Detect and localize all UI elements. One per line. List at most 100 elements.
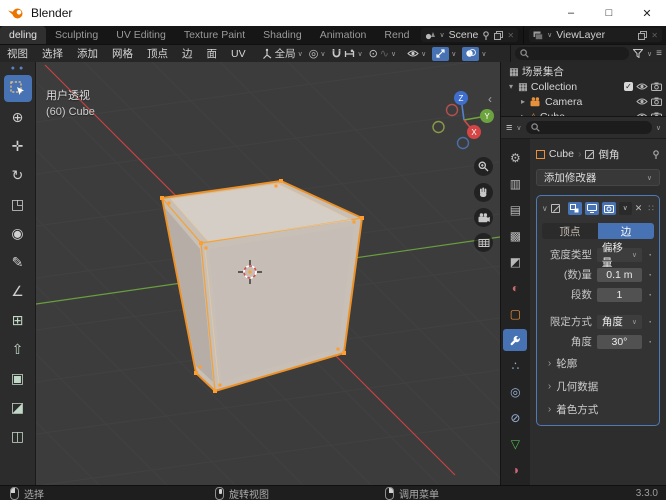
expand-arrow-icon[interactable]: ▾: [507, 82, 515, 91]
workspace-tab-texture-paint[interactable]: Texture Paint: [175, 26, 254, 44]
workspace-tab-animation[interactable]: Animation: [311, 26, 376, 44]
menu-add[interactable]: 添加: [70, 46, 105, 61]
tab-constraints[interactable]: ⊘: [503, 407, 527, 429]
animate-dot[interactable]: ·: [647, 316, 654, 328]
tab-view-layer[interactable]: ▩: [503, 225, 527, 247]
drag-handle-icon[interactable]: ∷: [648, 203, 654, 214]
panel-expand-caret[interactable]: ∨: [542, 204, 548, 213]
measure-tool[interactable]: ∠: [4, 278, 32, 305]
menu-edge[interactable]: 边: [175, 46, 200, 61]
animate-dot[interactable]: ·: [647, 249, 654, 261]
pivot-point-dropdown[interactable]: ◎ ∨: [309, 47, 326, 60]
hide-eye-icon[interactable]: [636, 97, 648, 106]
gizmo-axis-neg-y[interactable]: [432, 120, 445, 134]
maximize-button[interactable]: □: [590, 0, 628, 26]
outliner-row-camera[interactable]: ▸ Camera: [501, 94, 666, 109]
animate-dot[interactable]: ·: [647, 269, 654, 281]
menu-select[interactable]: 选择: [35, 46, 70, 61]
move-tool[interactable]: ✛: [4, 133, 32, 160]
properties-options-caret[interactable]: ∨: [656, 124, 661, 132]
scene-dropdown-caret[interactable]: ∨: [440, 31, 445, 39]
menu-vertex[interactable]: 顶点: [140, 46, 175, 61]
pan-button[interactable]: [474, 183, 493, 202]
pin-icon[interactable]: [652, 149, 660, 159]
tab-particles[interactable]: ∴: [503, 355, 527, 377]
add-modifier-button[interactable]: 添加修改器 ∨: [535, 169, 660, 186]
tab-physics[interactable]: ◎: [503, 381, 527, 403]
outliner-row-cube[interactable]: ▸ △ Cube: [501, 109, 666, 116]
show-render-toggle[interactable]: [601, 201, 616, 215]
breadcrumb-object[interactable]: Cube: [549, 148, 574, 160]
add-cube-tool[interactable]: ⊞: [4, 307, 32, 334]
tab-object-data[interactable]: ▽: [503, 433, 527, 455]
render-visibility-icon[interactable]: [651, 97, 662, 106]
filter-icon[interactable]: [633, 49, 644, 58]
tab-modifiers[interactable]: [503, 329, 528, 351]
menu-uv[interactable]: UV: [224, 48, 253, 60]
outliner-search-input[interactable]: [515, 47, 630, 60]
collection-checkbox[interactable]: ✓: [624, 82, 633, 91]
width-type-dropdown[interactable]: 偏移量 ∨: [596, 242, 642, 269]
workspace-tab-uv-editing[interactable]: UV Editing: [107, 26, 175, 44]
extrude-region-tool[interactable]: ⇧: [4, 336, 32, 363]
close-button[interactable]: ✕: [628, 0, 666, 26]
menu-view[interactable]: 视图: [0, 46, 35, 61]
transform-tool[interactable]: ◉: [4, 220, 32, 247]
new-scene-icon[interactable]: [494, 30, 504, 40]
viewlayer-selector[interactable]: ∨ ViewLayer ✕: [529, 28, 662, 42]
scale-tool[interactable]: ◳: [4, 191, 32, 218]
navigation-gizmo[interactable]: Z Y X: [432, 86, 496, 150]
filter-caret[interactable]: ∨: [647, 50, 652, 58]
proportional-icon[interactable]: ⊙: [369, 47, 378, 60]
profile-section[interactable]: › 轮廓: [542, 354, 654, 373]
tweak-select-tool[interactable]: [3, 75, 32, 102]
show-viewport-toggle[interactable]: [584, 201, 599, 215]
tab-object[interactable]: ▢: [503, 303, 527, 325]
cursor-tool[interactable]: ⊕: [4, 104, 32, 131]
modifier-extras-button[interactable]: ∨: [618, 201, 632, 215]
amount-field[interactable]: 0.1 m: [596, 267, 642, 282]
workspace-tab-modeling[interactable]: deling: [0, 26, 47, 44]
transform-orientation-dropdown[interactable]: 全局 ∨: [261, 46, 303, 61]
segments-field[interactable]: 1: [596, 287, 642, 302]
workspace-tab-sculpting[interactable]: Sculpting: [46, 26, 107, 44]
region-collapse-arrow[interactable]: ‹: [488, 92, 492, 106]
animate-dot[interactable]: ·: [647, 289, 654, 301]
tab-tool[interactable]: ⚙: [503, 147, 527, 169]
on-cage-toggle[interactable]: [567, 201, 582, 215]
tab-scene[interactable]: ◩: [503, 251, 527, 273]
visibility-dropdown[interactable]: ∨: [407, 49, 426, 58]
affect-edges-tab[interactable]: 边: [597, 223, 654, 239]
snap-target-icon[interactable]: [344, 49, 355, 59]
shading-section[interactable]: › 着色方式: [542, 400, 654, 419]
geometry-section[interactable]: › 几何数据: [542, 377, 654, 396]
proportional-editing-widget[interactable]: ⊙ ∿ ∨: [369, 47, 397, 60]
gizmo-axis-neg-x[interactable]: [445, 103, 459, 117]
tab-render[interactable]: ▥: [503, 173, 527, 195]
workspace-tab-shading[interactable]: Shading: [254, 26, 311, 44]
outliner-row-collection[interactable]: ▾ ▦ Collection ✓: [501, 79, 666, 94]
menu-mesh[interactable]: 网格: [105, 46, 140, 61]
viewlayer-dropdown-caret[interactable]: ∨: [547, 31, 552, 39]
tab-output[interactable]: ▤: [503, 199, 527, 221]
gizmos-toggle[interactable]: ∨: [432, 46, 456, 61]
overlays-toggle[interactable]: ∨: [462, 46, 487, 61]
expand-arrow-icon[interactable]: ▸: [519, 97, 527, 106]
loop-cut-tool[interactable]: ◫: [4, 423, 32, 450]
animate-dot[interactable]: ·: [647, 336, 654, 348]
zoom-button[interactable]: [474, 157, 493, 176]
menu-face[interactable]: 面: [200, 46, 225, 61]
new-viewlayer-icon[interactable]: [638, 30, 648, 40]
affect-vertices-tab[interactable]: 顶点: [541, 223, 598, 239]
bevel-tool[interactable]: ◪: [4, 394, 32, 421]
delete-modifier-button[interactable]: ✕: [635, 203, 643, 214]
properties-search-input[interactable]: [525, 121, 652, 134]
hide-eye-icon[interactable]: [636, 82, 648, 91]
inset-faces-tool[interactable]: ▣: [4, 365, 32, 392]
snap-widget[interactable]: ∨: [331, 48, 363, 59]
annotate-tool[interactable]: ✎: [4, 249, 32, 276]
camera-view-button[interactable]: [474, 208, 493, 227]
orthographic-toggle-button[interactable]: [474, 233, 493, 252]
tab-world[interactable]: ◐: [503, 277, 527, 299]
render-visibility-icon[interactable]: [651, 82, 662, 91]
